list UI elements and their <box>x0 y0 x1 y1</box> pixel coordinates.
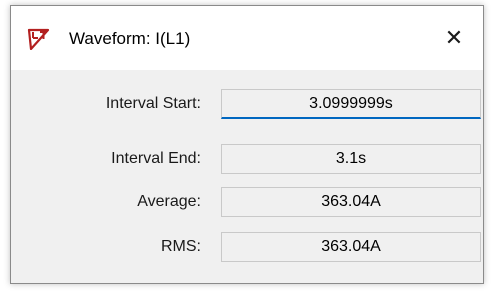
average-label: Average: <box>137 193 201 210</box>
ltspice-app-icon <box>27 28 51 51</box>
interval-end-field[interactable]: 3.1s <box>221 144 481 174</box>
close-button[interactable]: ✕ <box>425 6 483 70</box>
window-title: Waveform: I(L1) <box>69 29 191 48</box>
average-field[interactable]: 363.04A <box>221 187 481 217</box>
interval-start-field[interactable]: 3.0999999s <box>221 89 481 119</box>
rms-field[interactable]: 363.04A <box>221 232 481 262</box>
rms-label: RMS: <box>161 238 201 255</box>
close-icon: ✕ <box>444 25 464 50</box>
interval-end-label: Interval End: <box>111 150 201 167</box>
title-bar[interactable]: Waveform: I(L1) ✕ <box>11 6 483 70</box>
interval-start-label: Interval Start: <box>105 95 201 112</box>
waveform-dialog: Waveform: I(L1) ✕ Interval Start: 3.0999… <box>10 5 484 284</box>
